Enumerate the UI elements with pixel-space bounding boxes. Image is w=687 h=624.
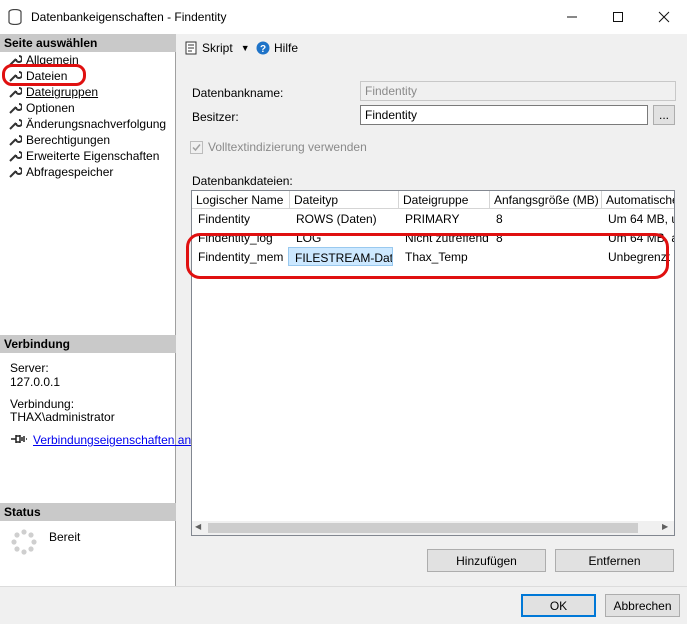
nav-item-abfragespeicher[interactable]: Abfragespeicher	[8, 164, 113, 180]
server-value: 127.0.0.1	[10, 375, 61, 389]
connection-label: Verbindung:	[10, 397, 75, 411]
help-label: Hilfe	[274, 41, 299, 55]
owner-label: Besitzer:	[192, 110, 239, 124]
maximize-icon	[613, 12, 623, 22]
close-button[interactable]	[641, 0, 687, 34]
grid-cell[interactable]: PRIMARY	[399, 209, 490, 228]
nav-item-berechtigungen[interactable]: Berechtigungen	[8, 132, 110, 148]
highlight-ring-filestream-row	[186, 233, 669, 279]
wrench-icon	[9, 87, 22, 98]
owner-field[interactable]: Findentity	[360, 105, 648, 125]
title-bar: Datenbankeigenschaften - Findentity	[0, 0, 687, 34]
nav-label: Erweiterte Eigenschaften	[26, 149, 160, 163]
script-icon	[185, 41, 197, 55]
db-files-label: Datenbankdateien:	[192, 174, 293, 188]
help-button[interactable]: ? Hilfe	[256, 41, 298, 55]
scrollbar-thumb[interactable]	[208, 523, 638, 533]
column-header[interactable]: Logischer Name	[192, 191, 290, 209]
nav-label: Berechtigungen	[26, 133, 111, 147]
grid-cell[interactable]: Um 64 MB, un	[602, 209, 674, 228]
wrench-icon	[9, 119, 22, 130]
wrench-icon	[9, 167, 22, 178]
left-pane: Seite auswählen Allgemein Dateien Dateig…	[0, 34, 191, 586]
fulltext-label: Volltextindizierung verwenden	[208, 140, 367, 154]
connection-plug-icon	[11, 435, 27, 443]
footer-divider	[0, 586, 687, 587]
column-header[interactable]: Dateityp	[290, 191, 399, 209]
connection-properties-link[interactable]: Verbindungseigenschaften an	[33, 433, 191, 447]
scroll-left-icon[interactable]: ◀	[195, 522, 201, 531]
highlight-ring-dateien	[2, 64, 86, 86]
wrench-icon	[9, 151, 22, 162]
column-header[interactable]: Dateigruppe	[399, 191, 490, 209]
minimize-icon	[567, 16, 577, 18]
database-icon	[8, 9, 22, 25]
cancel-button[interactable]: Abbrechen	[605, 594, 680, 617]
remove-button[interactable]: Entfernen	[555, 549, 674, 572]
column-header[interactable]: Automatische V	[602, 191, 674, 209]
minimize-button[interactable]	[549, 0, 595, 34]
maximize-button[interactable]	[595, 0, 641, 34]
connection-header: Verbindung	[0, 335, 176, 353]
nav-label: Änderungsnachverfolgung	[26, 117, 167, 131]
nav-item-optionen[interactable]: Optionen	[8, 100, 75, 116]
nav-item-erweiterte-eigenschaften[interactable]: Erweiterte Eigenschaften	[8, 148, 159, 164]
toolbar: Skript ▼ ? Hilfe	[176, 34, 687, 64]
nav-label: Dateigruppen	[26, 85, 99, 99]
horizontal-scrollbar[interactable]: ◀ ▶	[192, 521, 674, 535]
script-button[interactable]: Skript ▼	[184, 41, 250, 55]
grid-cell[interactable]: ROWS (Daten)	[290, 209, 399, 228]
wrench-icon	[9, 135, 22, 146]
column-header[interactable]: Anfangsgröße (MB)	[490, 191, 602, 209]
checkbox-checked-icon	[190, 140, 203, 154]
window-title: Datenbankeigenschaften - Findentity	[31, 10, 227, 24]
svg-text:?: ?	[260, 44, 266, 55]
select-page-header: Seite auswählen	[0, 34, 176, 52]
server-label: Server:	[10, 361, 49, 375]
fulltext-checkbox[interactable]: Volltextindizierung verwenden	[190, 140, 367, 154]
scroll-right-icon[interactable]: ▶	[662, 522, 668, 531]
nav-item-aenderungsnachverfolgung[interactable]: Änderungsnachverfolgung	[8, 116, 166, 132]
grid-cell[interactable]: 8	[490, 209, 602, 228]
ok-button[interactable]: OK	[521, 594, 596, 617]
add-button[interactable]: Hinzufügen	[427, 549, 546, 572]
script-label: Skript	[202, 41, 233, 55]
nav-label: Abfragespeicher	[26, 165, 114, 179]
close-icon	[658, 11, 670, 23]
progress-spinner-icon	[11, 529, 37, 555]
db-name-field: Findentity	[360, 81, 676, 101]
connection-value: THAX\administrator	[10, 410, 115, 424]
nav-item-dateigruppen[interactable]: Dateigruppen	[8, 84, 98, 100]
browse-owner-button[interactable]: ...	[653, 105, 675, 125]
status-value: Bereit	[49, 530, 81, 544]
grid-cell[interactable]: Findentity	[192, 209, 290, 228]
nav-label: Optionen	[26, 101, 75, 115]
dropdown-arrow-icon[interactable]: ▼	[241, 43, 250, 53]
help-icon: ?	[256, 41, 270, 55]
db-name-label: Datenbankname:	[192, 86, 284, 100]
wrench-icon	[9, 103, 22, 114]
status-header: Status	[0, 503, 176, 521]
